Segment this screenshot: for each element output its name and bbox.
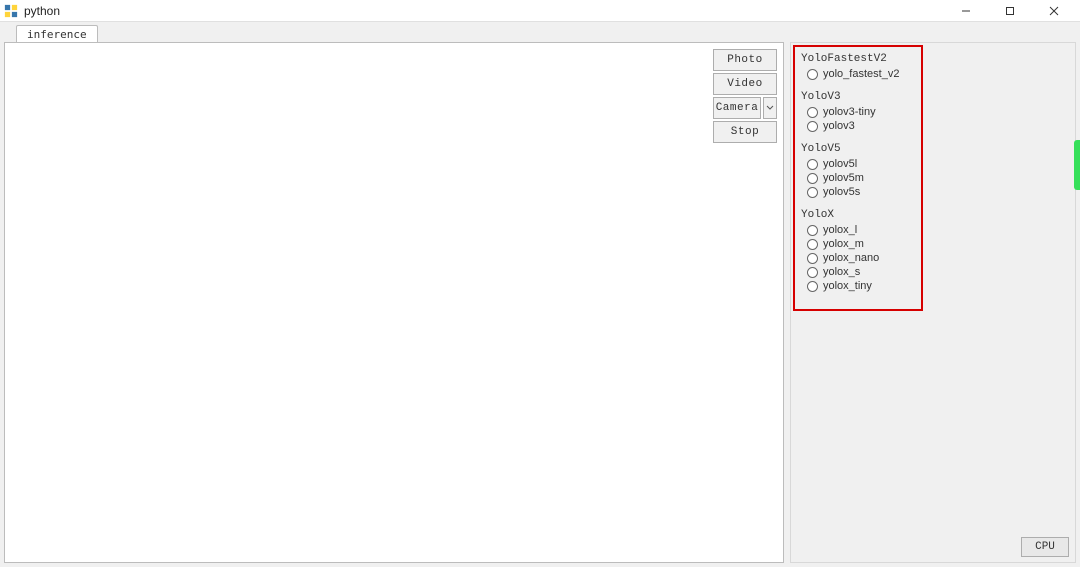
- model-option-label: yolov5s: [823, 186, 860, 198]
- chevron-down-icon: [766, 105, 774, 111]
- model-radio-option[interactable]: yolov5l: [801, 157, 915, 171]
- maximize-button[interactable]: [996, 1, 1024, 21]
- model-option-label: yolox_m: [823, 238, 864, 250]
- model-option-label: yolox_l: [823, 224, 857, 236]
- model-radio-option[interactable]: yolov3-tiny: [801, 105, 915, 119]
- radio-icon: [807, 69, 818, 80]
- model-option-label: yolo_fastest_v2: [823, 68, 899, 80]
- model-radio-option[interactable]: yolox_nano: [801, 251, 915, 265]
- model-option-label: yolov3-tiny: [823, 106, 876, 118]
- tab-inference[interactable]: inference: [16, 25, 98, 43]
- model-option-label: yolox_s: [823, 266, 860, 278]
- radio-icon: [807, 187, 818, 198]
- control-button-column: Photo Video Camera Stop: [713, 49, 777, 143]
- window-controls: [952, 1, 1076, 21]
- model-group: YoloV3yolov3-tiny yolov3: [801, 89, 915, 133]
- radio-icon: [807, 239, 818, 250]
- model-group: YoloXyolox_l yolox_m yolox_nano yolox_syolo…: [801, 207, 915, 293]
- model-group: YoloV5yolov5l yolov5m yolov5s: [801, 141, 915, 199]
- model-selection-box: YoloFastestV2yolo_fastest_v2YoloV3yolov3…: [793, 45, 923, 311]
- model-option-label: yolox_nano: [823, 252, 879, 264]
- stop-button[interactable]: Stop: [713, 121, 777, 143]
- radio-icon: [807, 173, 818, 184]
- model-group: YoloFastestV2yolo_fastest_v2: [801, 51, 915, 81]
- model-option-label: yolov3: [823, 120, 855, 132]
- camera-row: Camera: [713, 97, 777, 119]
- model-option-label: yolox_tiny: [823, 280, 872, 292]
- video-button[interactable]: Video: [713, 73, 777, 95]
- model-radio-option[interactable]: yolox_s: [801, 265, 915, 279]
- content-row: Photo Video Camera Stop YoloFastestV2yol…: [0, 42, 1080, 567]
- model-group-title: YoloX: [801, 207, 915, 223]
- close-button[interactable]: [1040, 1, 1068, 21]
- radio-icon: [807, 159, 818, 170]
- model-group-title: YoloV3: [801, 89, 915, 105]
- radio-icon: [807, 281, 818, 292]
- right-edge-scroll-indicator: [1074, 140, 1080, 190]
- minimize-button[interactable]: [952, 1, 980, 21]
- model-radio-option[interactable]: yolox_m: [801, 237, 915, 251]
- model-radio-option[interactable]: yolo_fastest_v2: [801, 67, 915, 81]
- radio-icon: [807, 267, 818, 278]
- side-panel: YoloFastestV2yolo_fastest_v2YoloV3yolov3…: [790, 42, 1076, 563]
- model-radio-option[interactable]: yolox_l: [801, 223, 915, 237]
- model-group-title: YoloFastestV2: [801, 51, 915, 67]
- python-app-icon: [4, 4, 18, 18]
- tab-strip: inference: [0, 22, 1080, 42]
- radio-icon: [807, 107, 818, 118]
- client-area: inference Photo Video Camera Stop YoloFa…: [0, 22, 1080, 567]
- model-radio-option[interactable]: yolov5m: [801, 171, 915, 185]
- main-panel: Photo Video Camera Stop: [4, 42, 784, 563]
- radio-icon: [807, 253, 818, 264]
- camera-button[interactable]: Camera: [713, 97, 761, 119]
- model-option-label: yolov5m: [823, 172, 864, 184]
- device-button[interactable]: CPU: [1021, 537, 1069, 557]
- model-radio-option[interactable]: yolov3: [801, 119, 915, 133]
- camera-dropdown-button[interactable]: [763, 97, 777, 119]
- radio-icon: [807, 121, 818, 132]
- photo-button[interactable]: Photo: [713, 49, 777, 71]
- model-radio-option[interactable]: yolox_tiny: [801, 279, 915, 293]
- side-bottom: CPU: [793, 534, 1073, 560]
- window-title: python: [24, 4, 952, 18]
- model-group-title: YoloV5: [801, 141, 915, 157]
- model-option-label: yolov5l: [823, 158, 857, 170]
- model-radio-option[interactable]: yolov5s: [801, 185, 915, 199]
- side-top: YoloFastestV2yolo_fastest_v2YoloV3yolov3…: [793, 45, 1073, 534]
- radio-icon: [807, 225, 818, 236]
- titlebar: python: [0, 0, 1080, 22]
